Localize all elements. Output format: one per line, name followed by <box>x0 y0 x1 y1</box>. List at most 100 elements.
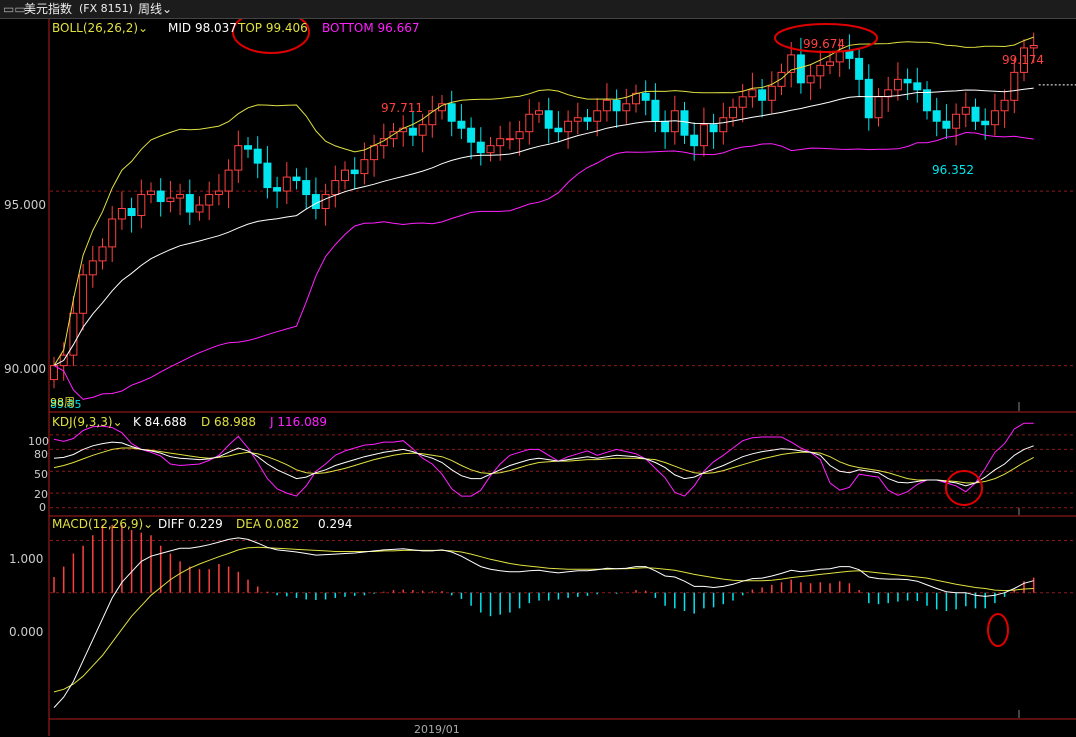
kdj-name: KDJ(9,3,3) <box>52 415 113 429</box>
candle-body <box>127 208 136 216</box>
candle-body <box>699 124 708 147</box>
candle-body <box>205 194 214 206</box>
macd-dea-line <box>53 546 1034 693</box>
kdj-tick-50: 50 <box>34 468 48 481</box>
candle-body <box>767 85 776 101</box>
candle-body <box>874 96 883 119</box>
candle-body <box>554 127 563 133</box>
boll-indicator-selector[interactable]: BOLL(26,26,2)⌄ <box>52 21 148 35</box>
candle-body <box>709 124 718 133</box>
candle-body <box>457 120 466 129</box>
candle-body <box>690 134 699 147</box>
candle-body <box>903 78 912 84</box>
candle-body <box>748 89 757 98</box>
candle-body <box>719 117 728 133</box>
chevron-down-icon: ⌄ <box>112 415 123 429</box>
kdj-tick-0: 0 <box>39 501 46 514</box>
kdj-d-value: D 68.988 <box>201 415 257 429</box>
macd-tick-0: 0.000 <box>9 625 44 639</box>
kdj-k-value: K 84.688 <box>133 415 187 429</box>
candle-body <box>467 127 476 143</box>
candle-body <box>224 169 233 192</box>
candle-body <box>88 260 97 276</box>
kdj-tick-20: 20 <box>34 488 48 501</box>
candle-body <box>981 120 990 126</box>
candle-body <box>729 106 737 119</box>
cursor-label: 98周 <box>50 396 75 409</box>
candle-body <box>98 246 107 262</box>
boll-top-line <box>53 36 1034 366</box>
candle-body <box>835 50 844 63</box>
candle-body <box>428 110 437 126</box>
candle-body <box>311 194 320 210</box>
candle-body <box>573 117 582 122</box>
candle-body <box>583 117 592 122</box>
candle-body <box>622 103 631 112</box>
boll-bottom-line <box>53 131 1034 400</box>
candle-body <box>253 148 262 164</box>
candle-body <box>408 127 417 136</box>
candle-body <box>845 50 854 59</box>
candle-body <box>515 131 524 140</box>
kdj-k-line <box>53 441 1034 487</box>
candle-body <box>273 187 282 192</box>
boll-name: BOLL(26,26,2) <box>52 21 139 35</box>
candle-body <box>244 145 252 150</box>
candle-body <box>593 110 602 122</box>
instrument-name: 美元指数 <box>24 2 73 16</box>
candle-body <box>651 99 660 122</box>
candle-body <box>321 194 330 210</box>
candle-body <box>535 110 543 115</box>
candle-body <box>195 204 204 213</box>
candle-body <box>738 96 747 108</box>
candle-body <box>864 78 873 119</box>
price-tick-90: 90.000 <box>4 362 46 376</box>
chevron-down-icon: ⌄ <box>143 517 154 531</box>
candle-body <box>1029 44 1038 49</box>
candle-body <box>806 75 815 84</box>
candle-body <box>185 194 194 213</box>
candle-body <box>147 190 155 196</box>
candle-body <box>117 208 126 220</box>
candle-body <box>990 110 999 126</box>
boll-mid-value: MID 98.037 <box>168 21 237 35</box>
period-label: 周线 <box>138 2 163 16</box>
annotation-high-1: 97.711 <box>381 101 423 115</box>
candle-body <box>156 190 165 203</box>
chevron-down-icon: ⌄ <box>162 2 173 16</box>
candle-body <box>505 138 514 141</box>
macd-diff-value: DIFF 0.229 <box>158 517 223 531</box>
instrument-code: (FX 8151) <box>79 2 133 15</box>
candle-body <box>360 159 369 175</box>
candle-body <box>796 54 805 84</box>
candle-body <box>79 274 88 314</box>
candle-body <box>108 218 117 248</box>
candle-body <box>263 162 272 189</box>
candle-body <box>942 120 951 129</box>
candle-body <box>961 106 970 115</box>
candle-body <box>418 124 427 136</box>
window-icon[interactable]: ▭▭ <box>3 0 26 18</box>
period-selector[interactable]: 周线⌄ <box>138 0 172 18</box>
kdj-j-value: J 116.089 <box>270 415 327 429</box>
candle-body <box>1000 99 1009 112</box>
candle-body <box>1010 71 1019 101</box>
macd-indicator-selector[interactable]: MACD(12,26,9)⌄ <box>52 517 153 531</box>
candle-body <box>680 110 689 136</box>
candle-body <box>893 78 902 91</box>
candle-body <box>302 180 311 196</box>
candle-body <box>971 106 980 122</box>
kdj-indicator-selector[interactable]: KDJ(9,3,3)⌄ <box>52 415 123 429</box>
candle-body <box>447 103 456 122</box>
price-tick-95: 95.000 <box>4 198 46 212</box>
candle-body <box>525 113 534 133</box>
chart-canvas[interactable] <box>0 0 1076 736</box>
candle-body <box>952 113 961 129</box>
macd-value: 0.294 <box>318 517 353 531</box>
x-axis-date-label: 2019/01 <box>414 723 460 736</box>
annotation-high-2: 99.674 <box>803 37 845 51</box>
candle-body <box>496 138 505 147</box>
macd-tick-1: 1.000 <box>9 552 44 566</box>
macd-name: MACD(12,26,9) <box>52 517 144 531</box>
candle-body <box>913 82 922 91</box>
